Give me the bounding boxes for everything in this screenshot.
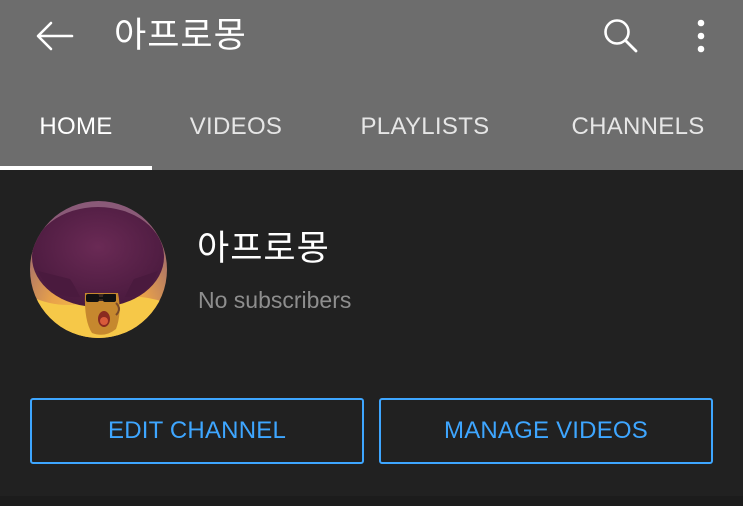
tab-playlists[interactable]: PLAYLISTS	[320, 84, 530, 170]
search-icon	[604, 19, 638, 53]
top-app-bar: 아프로몽 HOME VIDEOS PLAYLISTS CHANNELS	[0, 0, 743, 170]
search-button[interactable]	[594, 10, 648, 62]
bottom-divider	[0, 496, 743, 506]
tab-channels[interactable]: CHANNELS	[530, 84, 743, 170]
more-options-button[interactable]	[680, 10, 722, 62]
manage-videos-button[interactable]: MANAGE VIDEOS	[379, 398, 713, 464]
toolbar: 아프로몽	[0, 0, 743, 76]
more-vertical-icon	[697, 19, 705, 53]
avatar[interactable]	[30, 201, 167, 338]
edit-channel-button[interactable]: EDIT CHANNEL	[30, 398, 364, 464]
afro-character-avatar	[30, 201, 167, 338]
page-title: 아프로몽	[114, 16, 247, 56]
arrow-left-icon	[36, 21, 74, 51]
tab-videos[interactable]: VIDEOS	[152, 84, 320, 170]
active-tab-indicator	[0, 166, 152, 170]
channel-screen: 아프로몽 HOME VIDEOS PLAYLISTS CHANNELS 아프로몽…	[0, 0, 743, 506]
tab-home[interactable]: HOME	[0, 84, 152, 170]
channel-tabs: HOME VIDEOS PLAYLISTS CHANNELS	[0, 84, 743, 170]
back-button[interactable]	[26, 10, 82, 62]
subscriber-count: No subscribers	[198, 287, 352, 313]
channel-name: 아프로몽	[197, 229, 330, 269]
